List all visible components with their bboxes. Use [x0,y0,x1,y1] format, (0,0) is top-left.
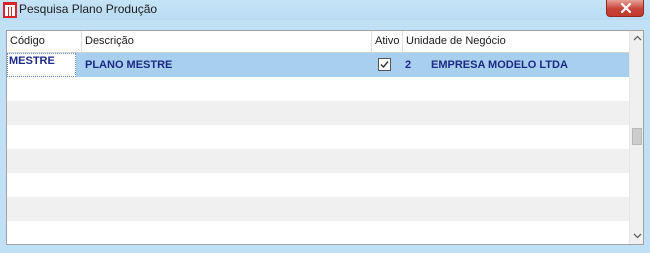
vertical-scrollbar[interactable] [629,31,643,244]
search-window: Pesquisa Plano Produção Código Descrição… [0,0,650,253]
codigo-cell[interactable]: MESTRE [7,53,76,77]
column-header-descricao[interactable]: Descrição [82,31,372,52]
column-header-ativo[interactable]: Ativo [372,31,403,52]
column-header-unidade[interactable]: Unidade de Negócio [403,31,629,52]
checkmark-icon [380,61,389,69]
chevron-up-icon [633,35,642,41]
table-row[interactable]: MESTRE PLANO MESTRE 2 EMPRESA MODELO LTD… [7,53,629,77]
descricao-cell: PLANO MESTRE [85,59,173,71]
app-logo-icon [3,2,17,18]
empty-row [7,197,629,221]
close-button[interactable] [606,0,644,17]
empty-row [7,173,629,197]
grid-header: Código Descrição Ativo Unidade de Negóci… [7,31,629,53]
title-bar[interactable]: Pesquisa Plano Produção [0,0,650,20]
scroll-up-button[interactable] [630,31,643,46]
chevron-down-icon [633,233,642,239]
unidade-codigo-cell: 2 [405,59,412,71]
results-grid[interactable]: Código Descrição Ativo Unidade de Negóci… [6,30,644,245]
empty-row [7,149,629,173]
empty-row [7,77,629,101]
empty-row [7,221,629,244]
empty-row [7,101,629,125]
ativo-checkbox[interactable] [378,58,391,71]
close-icon [621,3,631,13]
scroll-down-button[interactable] [630,229,643,244]
window-title: Pesquisa Plano Produção [19,2,158,16]
empty-row [7,125,629,149]
scrollbar-thumb[interactable] [632,128,642,145]
unidade-nome-cell: EMPRESA MODELO LTDA [431,59,568,71]
column-header-codigo[interactable]: Código [7,31,82,52]
grid-rows: MESTRE PLANO MESTRE 2 EMPRESA MODELO LTD… [7,53,629,244]
